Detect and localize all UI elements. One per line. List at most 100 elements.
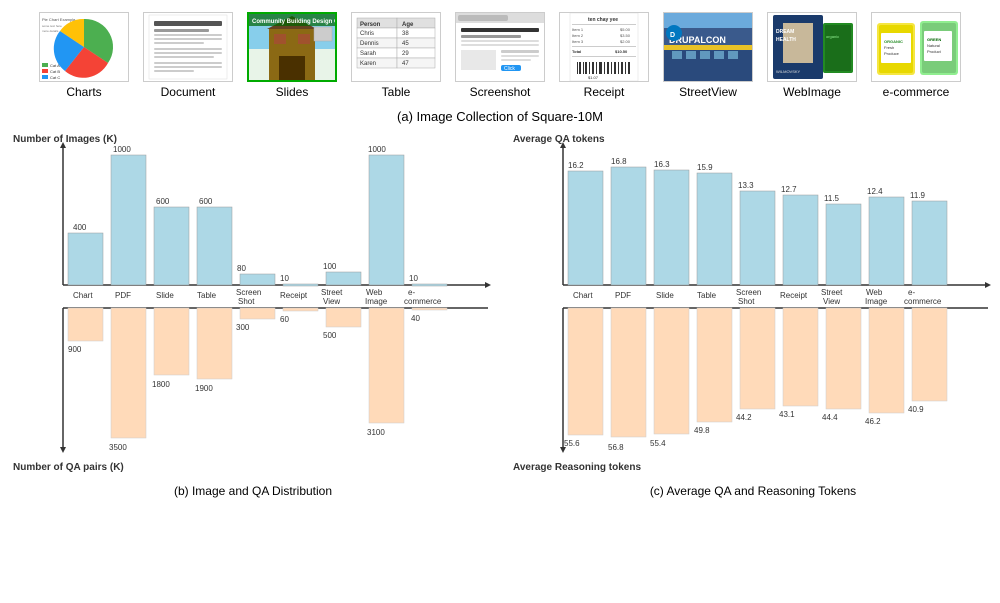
svg-text:38: 38 [402,31,409,37]
svg-text:1900: 1900 [195,384,213,393]
svg-text:Total: Total [572,49,581,54]
image-item-streetview: DRUPALCON D StreetView [658,12,758,99]
svg-text:Street: Street [321,288,343,297]
svg-text:300: 300 [236,323,250,332]
svg-text:13.3: 13.3 [738,181,754,190]
svg-text:Pie Chart Example: Pie Chart Example [42,17,76,22]
label-streetview: StreetView [679,85,737,99]
thumb-charts: Cat A Cat B Cat C Pie Chart Example some… [39,12,129,82]
label-webimage: WebImage [783,85,841,99]
image-item-slides: Community Building Design Challenge Slid… [242,12,342,99]
svg-text:Fresh: Fresh [884,45,894,50]
svg-text:45: 45 [402,41,409,47]
svg-text:3100: 3100 [367,428,385,437]
svg-text:43.1: 43.1 [779,410,795,419]
svg-text:1000: 1000 [368,145,386,154]
svg-text:60: 60 [280,315,289,324]
svg-text:Screen: Screen [736,288,761,297]
chart-panel-c: Average QA tokens 16.2 16.8 [508,130,998,595]
thumb-ecommerce: ORGANIC Fresh Produce GREEN Natural Prod… [871,12,961,82]
svg-text:12.7: 12.7 [781,185,797,194]
svg-text:Average QA tokens: Average QA tokens [513,134,605,145]
svg-text:DREAM: DREAM [776,29,794,35]
svg-text:16.8: 16.8 [611,157,627,166]
thumb-webimage: DREAM HEALTH WILMOVSKY organic [767,12,857,82]
svg-text:16.3: 16.3 [654,160,670,169]
svg-text:PDF: PDF [115,291,131,300]
svg-text:commerce: commerce [904,297,942,306]
svg-text:Web: Web [366,288,383,297]
svg-text:$10.50: $10.50 [615,49,628,54]
svg-text:40: 40 [411,314,420,323]
svg-text:16.2: 16.2 [568,161,584,170]
svg-text:15.9: 15.9 [697,163,713,172]
svg-text:Image: Image [865,297,888,306]
svg-text:Karen: Karen [360,61,376,67]
image-item-receipt: ten chay yee Item 1 $5.00 Item 2 $3.50 I… [554,12,654,99]
charts-row: Number of Images (K) 400 1000 [8,130,992,595]
svg-text:Receipt: Receipt [280,291,308,300]
svg-text:11.5: 11.5 [824,194,840,203]
svg-text:11.9: 11.9 [910,191,926,200]
svg-text:Average Reasoning tokens: Average Reasoning tokens [513,462,641,473]
image-item-screenshot: Click Screenshot [450,12,550,99]
thumb-streetview: DRUPALCON D [663,12,753,82]
svg-text:40.9: 40.9 [908,405,924,414]
image-item-webimage: DREAM HEALTH WILMOVSKY organic WebImage [762,12,862,99]
svg-text:Chris: Chris [360,31,374,37]
svg-text:HEALTH: HEALTH [776,37,796,43]
svg-text:Table: Table [197,291,217,300]
svg-text:WILMOVSKY: WILMOVSKY [776,69,801,74]
image-item-document: Document [138,12,238,99]
svg-text:GREEN: GREEN [927,37,941,42]
svg-text:Natural: Natural [927,43,940,48]
svg-text:Receipt: Receipt [780,291,808,300]
svg-text:Chart: Chart [73,291,93,300]
thumb-document [143,12,233,82]
svg-text:Cat A: Cat A [50,63,60,68]
thumb-table: Person Age Chris 38 Dennis 45 Sarah 29 [351,12,441,82]
svg-text:10: 10 [280,274,289,283]
svg-text:600: 600 [199,197,213,206]
svg-text:44.4: 44.4 [822,413,838,422]
thumb-screenshot: Click [455,12,545,82]
svg-text:29: 29 [402,51,409,57]
svg-text:49.8: 49.8 [694,426,710,435]
svg-text:46.2: 46.2 [865,417,881,426]
svg-text:Chart: Chart [573,291,593,300]
svg-text:Web: Web [866,288,883,297]
label-ecommerce: e-commerce [883,85,950,99]
svg-text:Number of QA pairs (K): Number of QA pairs (K) [13,462,124,473]
svg-text:View: View [823,297,840,306]
svg-text:Community Building Design Chal: Community Building Design Challenge [252,19,335,25]
svg-text:Click: Click [504,66,515,72]
svg-text:Person: Person [360,22,381,28]
label-receipt: Receipt [584,85,625,99]
chart-c-svg: Average QA tokens 16.2 16.8 [508,130,998,480]
svg-text:ORGANIC: ORGANIC [884,39,903,44]
label-document: Document [161,85,216,99]
svg-text:Shot: Shot [738,297,755,306]
svg-text:44.2: 44.2 [736,413,752,422]
svg-text:Number of Images (K): Number of Images (K) [13,134,117,145]
svg-text:Item 2: Item 2 [572,33,584,38]
svg-text:600: 600 [156,197,170,206]
svg-text:e-: e- [908,288,915,297]
svg-text:1800: 1800 [152,380,170,389]
svg-text:12.4: 12.4 [867,187,883,196]
main-container: Cat A Cat B Cat C Pie Chart Example some… [0,0,1000,603]
chart-b-svg: Number of Images (K) 400 1000 [8,130,498,480]
svg-text:$2.00: $2.00 [620,39,631,44]
svg-text:80: 80 [237,264,246,273]
label-table: Table [382,85,411,99]
svg-text:Age: Age [402,22,414,28]
subtitle-b: (b) Image and QA Distribution [8,484,498,498]
svg-text:ten chay yee: ten chay yee [588,17,618,23]
svg-text:55.4: 55.4 [650,439,666,448]
svg-text:Item 3: Item 3 [572,39,584,44]
svg-text:Cat B: Cat B [50,69,60,74]
svg-text:1000: 1000 [113,145,131,154]
svg-text:900: 900 [68,345,82,354]
svg-text:Item 1: Item 1 [572,27,584,32]
image-item-ecommerce: ORGANIC Fresh Produce GREEN Natural Prod… [866,12,966,99]
